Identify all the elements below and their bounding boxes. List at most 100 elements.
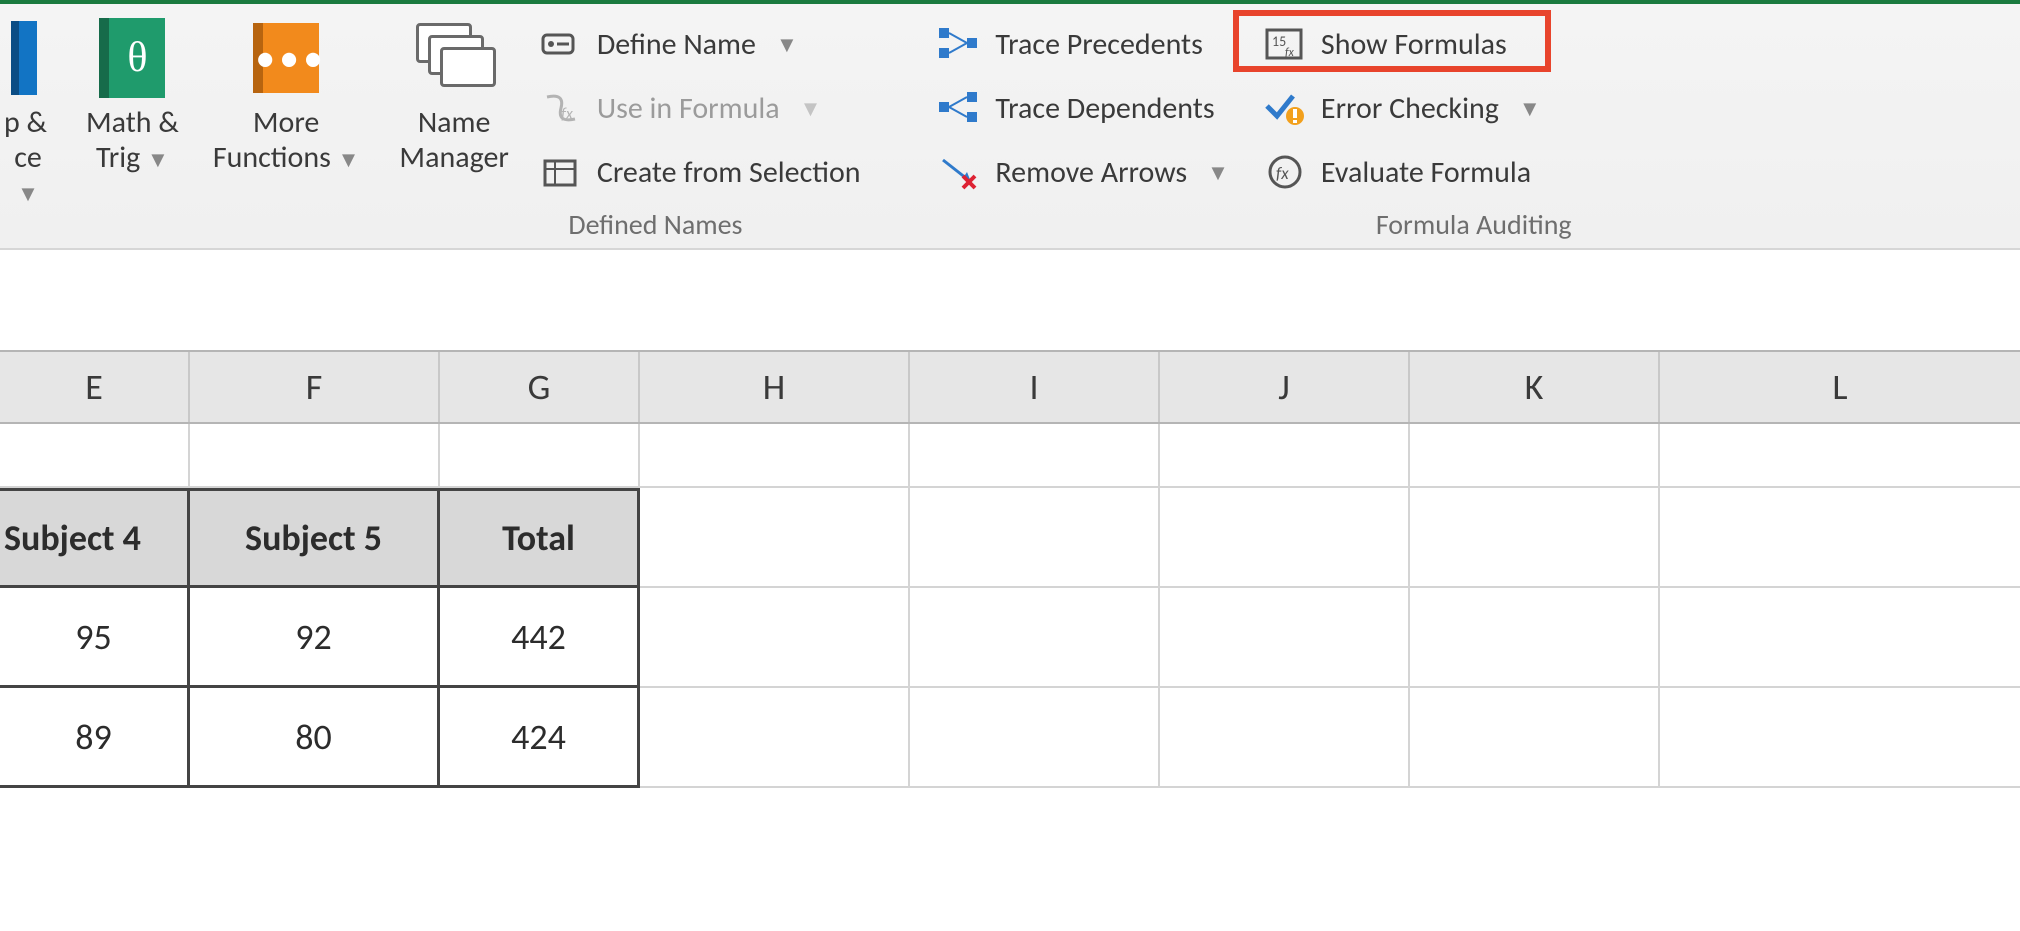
remove-arrows-button[interactable]: Remove Arrows ▼ xyxy=(937,148,1229,196)
col-header-j[interactable]: J xyxy=(1160,352,1410,422)
define-name-label: Define Name xyxy=(597,26,756,63)
cell[interactable] xyxy=(1160,488,1410,588)
cell[interactable]: 92 xyxy=(190,588,440,688)
more-label-2: Functions ▼ xyxy=(213,141,360,176)
cell[interactable] xyxy=(1410,424,1660,488)
remove-arrows-icon xyxy=(937,152,981,192)
cell[interactable]: 80 xyxy=(190,688,440,788)
create-from-selection-label: Create from Selection xyxy=(597,154,861,191)
name-manager-label-1: Name xyxy=(418,106,491,141)
error-checking-button[interactable]: Error Checking ▼ xyxy=(1263,84,1541,132)
auditing-col2: 15fx Show Formulas Error Checking ▼ fx xyxy=(1263,12,1541,196)
col-header-l[interactable]: L xyxy=(1660,352,2020,422)
cell[interactable] xyxy=(1160,588,1410,688)
lookup-icon xyxy=(11,21,37,95)
svg-text:fx: fx xyxy=(1285,46,1295,60)
show-formulas-label: Show Formulas xyxy=(1321,26,1507,63)
cell-header-subject5[interactable]: Subject 5 xyxy=(190,488,440,588)
group-defined-names: Name Manager Define Name ▼ fx xyxy=(385,8,925,248)
card-stack-icon xyxy=(416,23,492,93)
cell[interactable]: 95 xyxy=(0,588,190,688)
lookup-ref-button[interactable]: p & ce ▼ xyxy=(0,12,56,216)
ribbon: p & ce ▼ θ Math & Trig ▼ ••• More Functi… xyxy=(0,0,2020,250)
cell[interactable] xyxy=(910,424,1160,488)
cell[interactable] xyxy=(440,424,640,488)
cell[interactable] xyxy=(1410,488,1660,588)
cell[interactable] xyxy=(1660,424,2020,488)
auditing-col1: Trace Precedents Trace Dependents Remove… xyxy=(937,12,1229,196)
group-label-formula-auditing: Formula Auditing xyxy=(927,207,2020,242)
cell[interactable] xyxy=(910,588,1160,688)
chevron-down-icon: ▼ xyxy=(1207,159,1229,186)
cell[interactable] xyxy=(640,424,910,488)
chevron-down-icon: ▼ xyxy=(1519,95,1541,122)
cell[interactable] xyxy=(910,688,1160,788)
defined-names-subbuttons: Define Name ▼ fx Use in Formula ▼ xyxy=(539,12,861,196)
cell[interactable] xyxy=(910,488,1160,588)
chevron-down-icon: ▼ xyxy=(776,31,798,58)
grid-create-icon xyxy=(539,152,583,192)
trace-precedents-icon xyxy=(937,24,981,64)
cell[interactable]: 89 xyxy=(0,688,190,788)
table-row xyxy=(0,424,2020,488)
math-label-1: Math & xyxy=(86,106,179,141)
cell[interactable] xyxy=(640,588,910,688)
create-from-selection-button[interactable]: Create from Selection xyxy=(539,148,861,196)
chevron-down-icon: ▼ xyxy=(800,95,822,122)
cell[interactable] xyxy=(1160,688,1410,788)
spreadsheet-grid[interactable]: E F G H I J K L Subject 4 xyxy=(0,350,2020,788)
fx-icon: fx xyxy=(539,88,583,128)
col-header-i[interactable]: I xyxy=(910,352,1160,422)
cell[interactable] xyxy=(190,424,440,488)
trace-precedents-button[interactable]: Trace Precedents xyxy=(937,20,1229,68)
name-manager-label-2: Manager xyxy=(399,141,508,176)
cell-header-total[interactable]: Total xyxy=(440,488,640,588)
col-header-g[interactable]: G xyxy=(440,352,640,422)
math-label-2: Trig ▼ xyxy=(96,141,169,176)
show-formulas-icon: 15fx xyxy=(1263,24,1307,64)
col-header-k[interactable]: K xyxy=(1410,352,1660,422)
cell[interactable]: 424 xyxy=(440,688,640,788)
trace-dependents-label: Trace Dependents xyxy=(995,90,1214,127)
col-header-e[interactable]: E xyxy=(0,352,190,422)
cell[interactable] xyxy=(1660,588,2020,688)
table-row: Subject 4 Subject 5 Total xyxy=(0,488,2020,588)
col-header-h[interactable]: H xyxy=(640,352,910,422)
name-manager-button[interactable]: Name Manager xyxy=(395,12,512,181)
evaluate-formula-label: Evaluate Formula xyxy=(1321,154,1531,191)
more-functions-button[interactable]: ••• More Functions ▼ xyxy=(209,12,364,181)
lookup-label-2: ce ▼ xyxy=(4,141,52,210)
evaluate-formula-icon: fx xyxy=(1263,152,1307,192)
cell-header-subject4[interactable]: Subject 4 xyxy=(0,488,190,588)
use-in-formula-button[interactable]: fx Use in Formula ▼ xyxy=(539,84,861,132)
trace-dependents-button[interactable]: Trace Dependents xyxy=(937,84,1229,132)
show-formulas-button[interactable]: 15fx Show Formulas xyxy=(1263,20,1541,68)
cell[interactable] xyxy=(640,488,910,588)
ellipsis-icon: ••• xyxy=(253,23,319,93)
cell[interactable] xyxy=(1410,588,1660,688)
group-function-library: p & ce ▼ θ Math & Trig ▼ ••• More Functi… xyxy=(0,8,383,248)
trace-dependents-icon xyxy=(937,88,981,128)
col-header-f[interactable]: F xyxy=(190,352,440,422)
cell[interactable] xyxy=(0,424,190,488)
cell[interactable] xyxy=(1160,424,1410,488)
error-checking-icon xyxy=(1263,88,1307,128)
lookup-label-1: p & xyxy=(4,106,47,141)
tag-icon xyxy=(539,24,583,64)
group-label-defined-names: Defined Names xyxy=(385,207,925,242)
table-row: 89 80 424 xyxy=(0,688,2020,788)
svg-text:fx: fx xyxy=(561,105,574,123)
table-row: 95 92 442 xyxy=(0,588,2020,688)
svg-text:fx: fx xyxy=(1276,163,1289,184)
use-in-formula-label: Use in Formula xyxy=(597,90,780,127)
remove-arrows-label: Remove Arrows xyxy=(995,154,1187,191)
cell[interactable] xyxy=(640,688,910,788)
cell[interactable] xyxy=(1410,688,1660,788)
cell[interactable]: 442 xyxy=(440,588,640,688)
define-name-button[interactable]: Define Name ▼ xyxy=(539,20,861,68)
math-trig-button[interactable]: θ Math & Trig ▼ xyxy=(82,12,183,181)
cell[interactable] xyxy=(1660,688,2020,788)
evaluate-formula-button[interactable]: fx Evaluate Formula xyxy=(1263,148,1541,196)
column-headers-row: E F G H I J K L xyxy=(0,350,2020,424)
cell[interactable] xyxy=(1660,488,2020,588)
